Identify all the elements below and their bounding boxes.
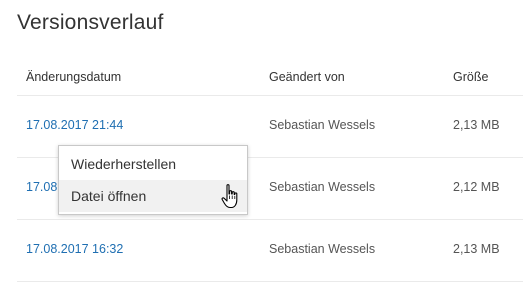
size-cell: 2,13 MB [453,242,500,256]
page-title: Versionsverlauf [17,11,164,34]
modified-by-cell: Sebastian Wessels [269,242,376,256]
version-date-link[interactable]: 17.08.2017 16:32 [26,242,123,256]
version-date-link[interactable]: 17.08. [26,180,61,194]
column-header-modified-by[interactable]: Geändert von [269,70,345,84]
table-header: Änderungsdatum Geändert von Größe [17,60,523,96]
menu-item-open-file[interactable]: Datei öffnen [59,180,247,212]
size-cell: 2,13 MB [453,118,500,132]
hand-pointer-icon [221,184,238,209]
modified-by-cell: Sebastian Wessels [269,180,376,194]
column-header-date[interactable]: Änderungsdatum [26,70,121,84]
table-row[interactable]: 17.08.2017 16:32 Sebastian Wessels 2,13 … [17,220,523,282]
version-date-link[interactable]: 17.08.2017 21:44 [26,118,123,132]
column-header-size[interactable]: Größe [453,70,488,84]
menu-item-restore[interactable]: Wiederherstellen [59,148,247,180]
size-cell: 2,12 MB [453,180,500,194]
modified-by-cell: Sebastian Wessels [269,118,376,132]
version-history-page: Versionsverlauf Änderungsdatum Geändert … [0,0,523,282]
